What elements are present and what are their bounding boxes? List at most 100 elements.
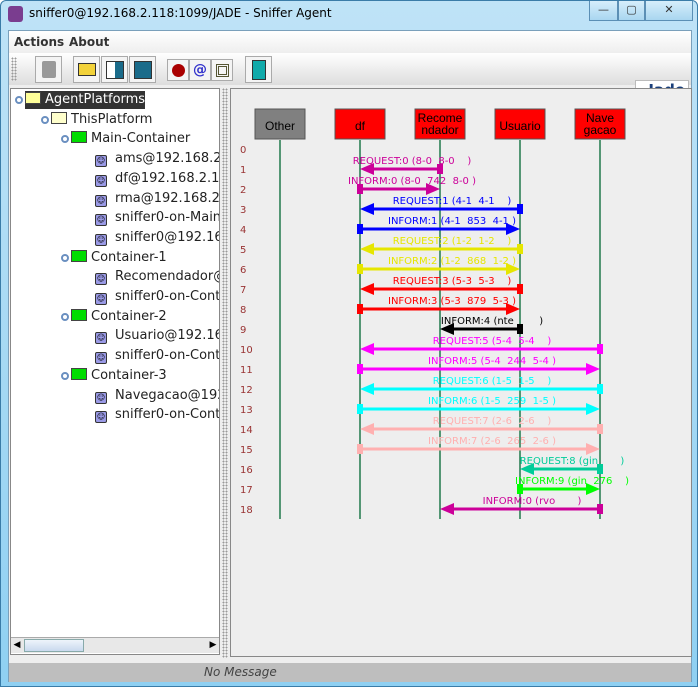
arrow-head — [360, 423, 374, 435]
save-icon — [133, 60, 152, 79]
menu-actions[interactable]: Actions — [14, 35, 64, 49]
message-origin — [357, 444, 363, 454]
tree-expand-handle[interactable] — [41, 115, 49, 124]
tree-node-agent[interactable]: ☺ sniffer0-on-Cont — [95, 347, 219, 365]
sniffer-canvas-panel: Other df Recome ndador Usuario Nave gacao 0 1 2 3 4… — [230, 88, 692, 657]
scroll-right-button[interactable]: ▶ — [207, 638, 219, 653]
tree-node-agent[interactable]: ☺ Navegacao@192 — [95, 387, 220, 405]
tree-node-agent[interactable]: ☺ ams@192.168.2. — [95, 150, 219, 168]
exit-button[interactable] — [245, 56, 272, 83]
message-origin — [517, 204, 523, 214]
message-label: REQUEST:0 (8-0 8-0 ) — [353, 156, 472, 167]
message-origin — [517, 284, 523, 294]
row-number: 0 — [240, 145, 246, 156]
tree-node-label: Navegacao@192 — [115, 387, 220, 403]
tree-node-agent[interactable]: ☺ Recomendador@ — [95, 268, 220, 286]
row-number: 6 — [240, 265, 246, 276]
agent-icon: ☺ — [95, 352, 107, 365]
tree-node-label: sniffer0-on-Cont — [115, 289, 220, 304]
agent-icon: ☺ — [95, 332, 107, 345]
tree-expand-handle[interactable] — [61, 312, 69, 321]
toolbar-grip[interactable] — [11, 57, 17, 81]
agent-icon: ☺ — [95, 273, 107, 286]
arrow-head — [360, 343, 374, 355]
tree-node-agent[interactable]: ☺ sniffer0-on-Cont — [95, 406, 219, 424]
tree-node-label: sniffer0@192.16 — [115, 229, 220, 245]
row-number: 9 — [240, 325, 246, 336]
tree-node-agent[interactable]: ☺ Usuario@192.16 — [95, 327, 219, 345]
message-label: REQUEST:6 (1-5 1-5 ) — [433, 376, 552, 387]
message-label: INFORM:6 (1-5 259 1-5 ) — [428, 396, 556, 407]
message-origin — [357, 304, 363, 314]
clear-canvas-button[interactable] — [35, 56, 62, 83]
do-not-sniff-button[interactable]: @ — [189, 59, 211, 81]
exit-icon — [251, 59, 266, 80]
tree-node-label: ThisPlatform — [71, 111, 153, 127]
scroll-left-button[interactable]: ◀ — [11, 638, 23, 653]
message-label: INFORM:0 (rvo ) — [483, 496, 582, 507]
message-origin — [597, 384, 603, 394]
maximize-button[interactable]: ▢ — [618, 1, 645, 21]
tree-node-label: Recomendador@ — [115, 269, 220, 285]
save-button[interactable] — [129, 56, 156, 83]
close-button[interactable]: ✕ — [645, 1, 693, 21]
agent-label: df — [355, 119, 366, 133]
tree-node-label: Main-Container — [91, 131, 191, 147]
tree-node-container[interactable]: Container-3 — [71, 367, 167, 385]
splitter[interactable] — [222, 88, 228, 658]
tree-node-agent[interactable]: ☺ df@192.168.2.11 — [95, 170, 219, 188]
tree-node-agent[interactable]: ☺ rma@192.168.2. — [95, 190, 220, 208]
agent-label: ndador — [421, 123, 458, 137]
tree-node-label: Container-1 — [91, 249, 167, 265]
agent-label: Other — [265, 119, 295, 133]
tree-node-agent[interactable]: ☺ sniffer0-on-Cont — [95, 288, 220, 306]
row-number: 15 — [240, 445, 253, 456]
message-label: INFORM:3 (5-3 879 5-3 ) — [388, 296, 516, 307]
message-sequence-canvas: Other dfRecomendador UsuarioNavegacao01234… — [240, 108, 629, 519]
row-number: 14 — [240, 425, 253, 436]
menu-about[interactable]: About — [69, 35, 109, 49]
tree-node-platform-root[interactable]: AgentPlatforms — [25, 91, 146, 109]
agent-icon: ☺ — [95, 233, 107, 246]
tree-expand-handle[interactable] — [15, 96, 23, 104]
folder-icon — [71, 367, 87, 380]
tree-node-container[interactable]: Main-Container — [71, 130, 190, 148]
do-sniff-button[interactable] — [167, 59, 189, 81]
tree-expand-handle[interactable] — [61, 371, 69, 380]
message-label: INFORM:9 (gin 276 ) — [515, 476, 629, 487]
folder-icon — [71, 131, 87, 144]
tree-node-agent[interactable]: ☺ sniffer0-on-Main- — [95, 209, 220, 227]
folder-icon — [51, 111, 67, 124]
tree-node-container[interactable]: Container-2 — [71, 308, 167, 326]
row-number: 16 — [240, 465, 253, 476]
tree-expand-handle[interactable] — [61, 135, 69, 144]
client-area: Actions About @ Jade AgentPlatforms ThisP… — [8, 30, 692, 682]
folder-icon — [71, 249, 87, 262]
folder-icon — [25, 92, 41, 104]
arrow-head — [586, 443, 600, 455]
tree-node-label: rma@192.168.2. — [115, 190, 220, 206]
tree-horizontal-scrollbar[interactable]: ◀ ▶ — [11, 637, 219, 653]
tree-expand-handle[interactable] — [61, 253, 69, 262]
open-button[interactable] — [73, 56, 100, 83]
tree-node-agent[interactable]: ☺ sniffer0@192.16 — [95, 229, 220, 247]
tree-node-container[interactable]: Container-1 — [71, 249, 167, 267]
show-only-button[interactable] — [211, 59, 233, 81]
row-number: 10 — [240, 345, 253, 356]
scroll-thumb[interactable] — [24, 639, 84, 652]
write-message-list-button[interactable] — [101, 56, 128, 83]
row-number: 8 — [240, 305, 246, 316]
tree-node-label: sniffer0-on-Main- — [115, 210, 220, 226]
row-number: 11 — [240, 365, 253, 376]
message-label: REQUEST:5 (5-4 5-4 ) — [433, 336, 552, 347]
agent-icon: ☺ — [95, 293, 107, 305]
minimize-button[interactable]: — — [589, 1, 618, 21]
open-icon — [77, 63, 96, 76]
folder-icon — [71, 308, 87, 321]
message-origin — [357, 404, 363, 414]
agent-label: Usuario — [499, 119, 541, 133]
message-origin — [597, 504, 603, 514]
app-icon — [8, 6, 23, 22]
status-message: No Message — [204, 665, 277, 679]
tree-node-platform[interactable]: ThisPlatform — [51, 111, 152, 129]
